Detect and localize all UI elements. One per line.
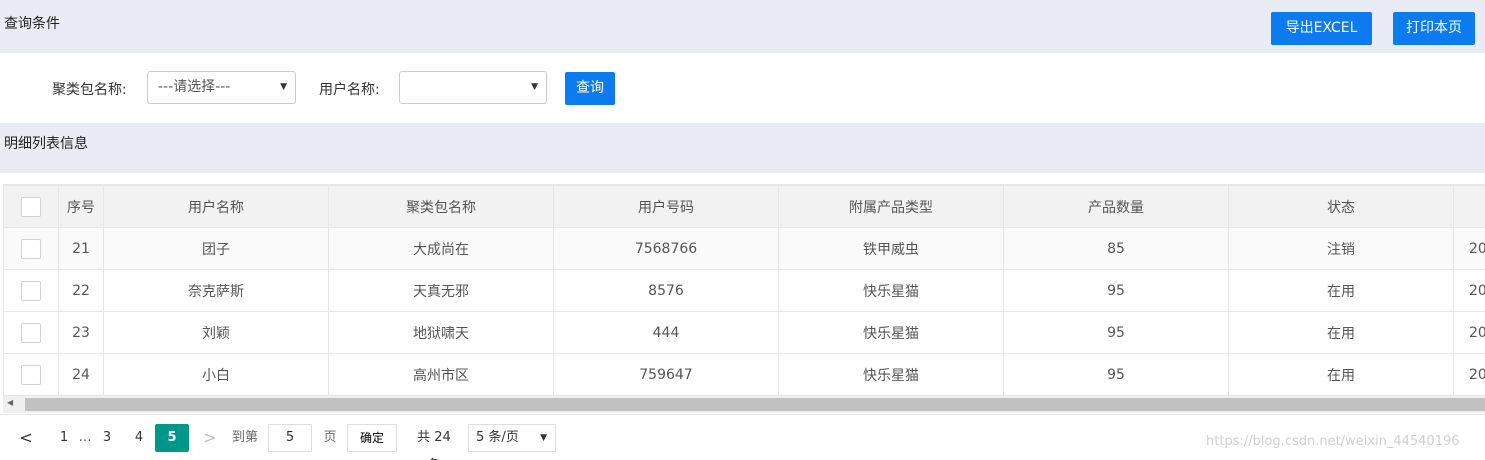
search-button[interactable]: 查询	[565, 72, 615, 105]
page-3-button[interactable]: 3	[98, 424, 116, 452]
goto-label: 到第	[231, 430, 258, 445]
cell-index: 22	[58, 269, 104, 312]
package-name-select[interactable]: ---请选择--- ▼	[147, 71, 296, 104]
pagination: < 1 … 3 4 5 > 到第 5 页 确定 共 24 条 5 条/页 ▼ h…	[0, 414, 1485, 460]
row-checkbox-cell[interactable]	[3, 269, 59, 312]
total-count: 共 24 条	[417, 430, 451, 460]
column-header-truncated	[1453, 185, 1485, 228]
package-name-label: 聚类包名称:	[52, 82, 127, 98]
row-checkbox[interactable]	[21, 280, 41, 301]
cell-package-name: 天真无邪	[328, 269, 554, 312]
column-header-status: 状态	[1228, 185, 1454, 228]
row-checkbox-cell[interactable]	[3, 227, 59, 270]
cell-user-number: 8576	[553, 269, 779, 312]
watermark-text: https://blog.csdn.net/weixin_44540196	[1206, 434, 1460, 449]
package-name-select-value: ---请选择---	[158, 79, 231, 95]
cell-product-count: 95	[1003, 269, 1229, 312]
column-header-user-number: 用户号码	[553, 185, 779, 228]
select-all-cell[interactable]	[3, 185, 59, 228]
row-checkbox[interactable]	[21, 238, 41, 259]
cell-user-number: 759647	[553, 353, 779, 396]
cell-user-name: 小白	[103, 353, 329, 396]
table-row[interactable]: 22 奈克萨斯 天真无邪 8576 快乐星猫 95 在用 20	[3, 269, 1485, 312]
row-checkbox[interactable]	[21, 364, 41, 385]
goto-page-input[interactable]: 5	[268, 424, 312, 452]
cell-user-number: 444	[553, 311, 779, 354]
scrollbar-thumb[interactable]	[25, 398, 1485, 411]
cell-package-name: 高州市区	[328, 353, 554, 396]
select-all-checkbox[interactable]	[21, 196, 41, 217]
cell-user-name: 团子	[103, 227, 329, 270]
cell-status: 注销	[1228, 227, 1454, 270]
detail-table-container: 序号 用户名称 聚类包名称 用户号码 附属产品类型 产品数量 状态 21 团子 …	[3, 184, 1485, 396]
page-size-value: 5 条/页	[476, 430, 519, 445]
cell-truncated: 20	[1453, 269, 1485, 312]
page-1-button[interactable]: 1	[56, 424, 72, 452]
cell-product-type: 快乐星猫	[778, 353, 1004, 396]
cell-status: 在用	[1228, 269, 1454, 312]
table-header-row: 序号 用户名称 聚类包名称 用户号码 附属产品类型 产品数量 状态	[3, 185, 1485, 228]
column-header-product-count: 产品数量	[1003, 185, 1229, 228]
table-row[interactable]: 24 小白 高州市区 759647 快乐星猫 95 在用 20	[3, 353, 1485, 396]
detail-table: 序号 用户名称 聚类包名称 用户号码 附属产品类型 产品数量 状态 21 团子 …	[3, 185, 1485, 396]
chevron-down-icon: ▼	[540, 433, 547, 443]
cell-product-count: 85	[1003, 227, 1229, 270]
cell-product-type: 铁甲威虫	[778, 227, 1004, 270]
page-size-select[interactable]: 5 条/页 ▼	[468, 424, 556, 452]
print-page-button[interactable]: 打印本页	[1393, 12, 1475, 45]
row-checkbox-cell[interactable]	[3, 353, 59, 396]
next-page-button[interactable]: >	[198, 424, 222, 452]
row-checkbox-cell[interactable]	[3, 311, 59, 354]
goto-confirm-button[interactable]: 确定	[347, 424, 397, 452]
page-5-current[interactable]: 5	[155, 424, 189, 452]
cell-user-name: 奈克萨斯	[103, 269, 329, 312]
row-checkbox[interactable]	[21, 322, 41, 343]
cell-index: 21	[58, 227, 104, 270]
cell-truncated: 20	[1453, 311, 1485, 354]
chevron-down-icon: ▼	[531, 82, 538, 92]
detail-section-title: 明细列表信息	[4, 136, 88, 152]
table-row[interactable]: 23 刘颖 地狱啸天 444 快乐星猫 95 在用 20	[3, 311, 1485, 354]
cell-product-type: 快乐星猫	[778, 311, 1004, 354]
cell-index: 23	[58, 311, 104, 354]
query-section-title: 查询条件	[4, 16, 60, 32]
page-ellipsis: …	[78, 430, 92, 445]
page-4-button[interactable]: 4	[130, 424, 148, 452]
cell-package-name: 地狱啸天	[328, 311, 554, 354]
cell-package-name: 大成尚在	[328, 227, 554, 270]
user-name-select[interactable]: ▼	[399, 71, 547, 104]
page-unit-label: 页	[323, 430, 337, 445]
cell-status: 在用	[1228, 353, 1454, 396]
column-header-package-name: 聚类包名称	[328, 185, 554, 228]
horizontal-scrollbar[interactable]: ◀	[3, 396, 1485, 413]
export-excel-button[interactable]: 导出EXCEL	[1271, 12, 1372, 45]
cell-product-count: 95	[1003, 353, 1229, 396]
user-name-label: 用户名称:	[319, 82, 380, 98]
cell-user-number: 7568766	[553, 227, 779, 270]
cell-truncated: 20	[1453, 353, 1485, 396]
cell-index: 24	[58, 353, 104, 396]
scroll-left-icon[interactable]: ◀	[7, 398, 13, 407]
cell-user-name: 刘颖	[103, 311, 329, 354]
detail-bar: 明细列表信息	[0, 123, 1485, 173]
cell-truncated: 20	[1453, 227, 1485, 270]
prev-page-button[interactable]: <	[14, 424, 38, 452]
column-header-product-type: 附属产品类型	[778, 185, 1004, 228]
chevron-down-icon: ▼	[280, 82, 287, 92]
cell-status: 在用	[1228, 311, 1454, 354]
query-form: 聚类包名称: ---请选择--- ▼ 用户名称: ▼ 查询	[0, 53, 1485, 123]
column-header-user-name: 用户名称	[103, 185, 329, 228]
cell-product-type: 快乐星猫	[778, 269, 1004, 312]
cell-product-count: 95	[1003, 311, 1229, 354]
column-header-index: 序号	[58, 185, 104, 228]
table-row[interactable]: 21 团子 大成尚在 7568766 铁甲威虫 85 注销 20	[3, 227, 1485, 270]
header-bar: 查询条件 导出EXCEL 打印本页	[0, 0, 1485, 53]
